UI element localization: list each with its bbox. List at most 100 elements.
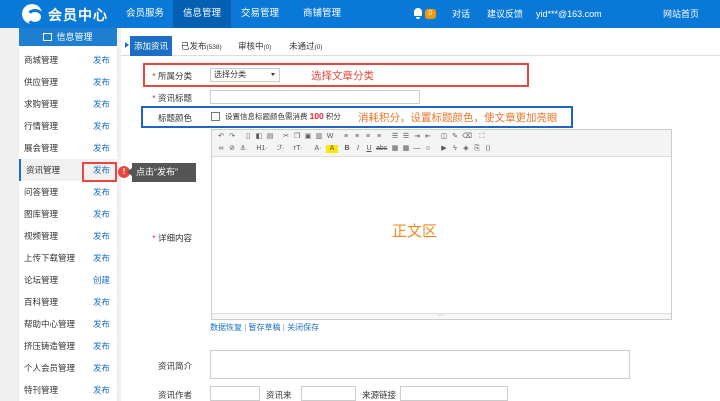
code-icon[interactable]: ⟨⟩ — [484, 145, 492, 153]
source-link-input[interactable] — [400, 386, 508, 401]
user-account[interactable]: yid***@163.com — [536, 0, 602, 28]
tab-label[interactable]: 已发布 — [181, 41, 207, 51]
paste-text-icon[interactable]: ▥ — [315, 133, 323, 141]
align-left-icon[interactable]: ≡ — [342, 133, 350, 141]
sidebar-item-label[interactable]: 视频管理 — [24, 225, 58, 247]
map-icon[interactable]: ◈ — [462, 145, 470, 153]
video-icon[interactable]: ▶ — [440, 145, 448, 153]
sidebar-item-label[interactable]: 商城管理 — [24, 49, 58, 71]
publish-link[interactable]: 发布 — [93, 115, 110, 137]
anchor-icon[interactable]: ⚓ — [239, 145, 247, 153]
sidebar-item-wiki[interactable]: 百科管理 发布 — [19, 291, 117, 313]
table-icon[interactable]: ▦ — [402, 145, 410, 153]
font-size-icon[interactable]: тT· — [291, 145, 305, 153]
rich-text-editor[interactable]: ↶ ↷ ▯ ◧ ▤ ✂ ❐ ▣ ▥ W ≡ ≡ ≡ ≡ ☰ ☰ ⇥ ⇤ ◫ ✎ … — [211, 129, 672, 320]
align-right-icon[interactable]: ≡ — [364, 133, 372, 141]
feedback-link[interactable]: 建议反馈 — [487, 0, 523, 28]
emoticon-icon[interactable]: ☺ — [424, 145, 432, 153]
resize-grip-icon[interactable]: ⋯ — [212, 313, 671, 319]
clear-format-icon[interactable]: ⌫ — [462, 133, 472, 141]
preview-icon[interactable]: ◧ — [255, 133, 263, 141]
sidebar-item-label[interactable]: 百科管理 — [24, 291, 58, 313]
bell-icon[interactable] — [413, 8, 423, 19]
sidebar-item-label[interactable]: 问答管理 — [24, 181, 58, 203]
sidebar-item-label[interactable]: 行情管理 — [24, 115, 58, 137]
align-justify-icon[interactable]: ≡ — [375, 133, 383, 141]
publish-link[interactable]: 发布 — [93, 49, 110, 71]
sidebar-item-label[interactable]: 论坛管理 — [24, 269, 58, 291]
sidebar-item-mall[interactable]: 商城管理 发布 — [19, 49, 117, 71]
sidebar-item-label[interactable]: 个人会员管理 — [24, 357, 75, 379]
publish-link[interactable]: 发布 — [93, 291, 110, 313]
sidebar-item-label[interactable]: 特刊管理 — [24, 379, 58, 401]
hr-icon[interactable]: — — [413, 145, 421, 153]
underline-icon[interactable]: U — [365, 145, 373, 153]
publish-link[interactable]: 发布 — [93, 379, 110, 401]
author-input[interactable] — [210, 386, 260, 401]
tab-add-news[interactable]: 添加资讯 — [130, 36, 173, 56]
outdent-icon[interactable]: ⇤ — [424, 133, 432, 141]
align-center-icon[interactable]: ≡ — [353, 133, 361, 141]
sidebar-item-squeeze-casting[interactable]: 挤压铸造管理 发布 — [19, 335, 117, 357]
sidebar-item-label[interactable]: 展会管理 — [24, 137, 58, 159]
sidebar-item-label[interactable]: 资讯管理 — [26, 159, 60, 181]
sidebar-item-download[interactable]: 上传下载管理 发布 — [19, 247, 117, 269]
select-all-icon[interactable]: ◫ — [440, 133, 448, 141]
tab-label[interactable]: 未通过 — [289, 41, 315, 51]
sidebar-item-gallery[interactable]: 图库管理 发布 — [19, 203, 117, 225]
summary-textarea[interactable] — [210, 350, 630, 379]
close-save-link[interactable]: 关闭保存 — [287, 323, 319, 332]
tab-label[interactable]: 审核中 — [238, 41, 264, 51]
nav-shop-management[interactable]: 商铺管理 — [289, 0, 355, 28]
font-family-icon[interactable]: ℱ· — [274, 145, 288, 153]
sidebar-item-qa[interactable]: 问答管理 发布 — [19, 181, 117, 203]
publish-link[interactable]: 发布 — [93, 71, 110, 93]
publish-link[interactable]: 发布 — [93, 357, 110, 379]
italic-icon[interactable]: I — [354, 145, 362, 153]
publish-link[interactable]: 发布 — [93, 225, 110, 247]
paste-icon[interactable]: ▣ — [304, 133, 312, 141]
copy-icon[interactable]: ❐ — [293, 133, 301, 141]
publish-link[interactable]: 发布 — [93, 181, 110, 203]
undo-icon[interactable]: ↶ — [217, 133, 225, 141]
publish-link[interactable]: 发布 — [93, 93, 110, 115]
create-link[interactable]: 创建 — [93, 269, 110, 291]
source-input[interactable] — [301, 386, 356, 401]
sidebar-item-exhibition[interactable]: 展会管理 发布 — [19, 137, 117, 159]
save-draft-link[interactable]: 暂存草稿 — [249, 323, 281, 332]
format-brush-icon[interactable]: ✎ — [451, 133, 459, 141]
home-link[interactable]: 网站首页 — [663, 0, 699, 28]
attachment-icon[interactable]: ⎘ — [473, 145, 481, 153]
new-doc-icon[interactable]: ▯ — [244, 133, 252, 141]
color-checkbox[interactable] — [211, 112, 220, 121]
publish-link[interactable]: 发布 — [93, 137, 110, 159]
tab-reviewing[interactable]: 审核中(0) — [234, 36, 275, 56]
tab-label[interactable]: 添加资讯 — [134, 41, 168, 51]
tab-published[interactable]: 已发布(538) — [177, 36, 226, 56]
sidebar-item-forum[interactable]: 论坛管理 创建 — [19, 269, 117, 291]
print-icon[interactable]: ▤ — [266, 133, 274, 141]
nav-trade-management[interactable]: 交易管理 — [231, 0, 289, 28]
sidebar-item-supply[interactable]: 供应管理 发布 — [19, 71, 117, 93]
redo-icon[interactable]: ↷ — [228, 133, 236, 141]
link-icon[interactable]: ∞ — [217, 145, 225, 153]
sidebar-item-label[interactable]: 帮助中心管理 — [24, 313, 75, 335]
paste-word-icon[interactable]: W — [326, 133, 334, 141]
title-input[interactable] — [210, 90, 420, 104]
fullscreen-icon[interactable]: ⛶ — [478, 133, 486, 141]
publish-link[interactable]: 发布 — [93, 313, 110, 335]
category-select-value[interactable]: 选择分类 — [214, 70, 246, 79]
sidebar-item-purchase[interactable]: 求购管理 发布 — [19, 93, 117, 115]
sidebar-item-label[interactable]: 图库管理 — [24, 203, 58, 225]
sidebar-item-label[interactable]: 上传下载管理 — [24, 247, 75, 269]
sidebar-item-personal-member[interactable]: 个人会员管理 发布 — [19, 357, 117, 379]
publish-link[interactable]: 发布 — [93, 247, 110, 269]
sidebar-item-label[interactable]: 挤压铸造管理 — [24, 335, 75, 357]
bold-icon[interactable]: B — [343, 145, 351, 153]
heading-icon[interactable]: H1· — [253, 145, 271, 153]
restore-data-link[interactable]: 数据恢复 — [210, 323, 242, 332]
font-color-icon[interactable]: A· — [312, 145, 324, 153]
sidebar-item-market[interactable]: 行情管理 发布 — [19, 115, 117, 137]
cut-icon[interactable]: ✂ — [282, 133, 290, 141]
publish-link[interactable]: 发布 — [93, 335, 110, 357]
